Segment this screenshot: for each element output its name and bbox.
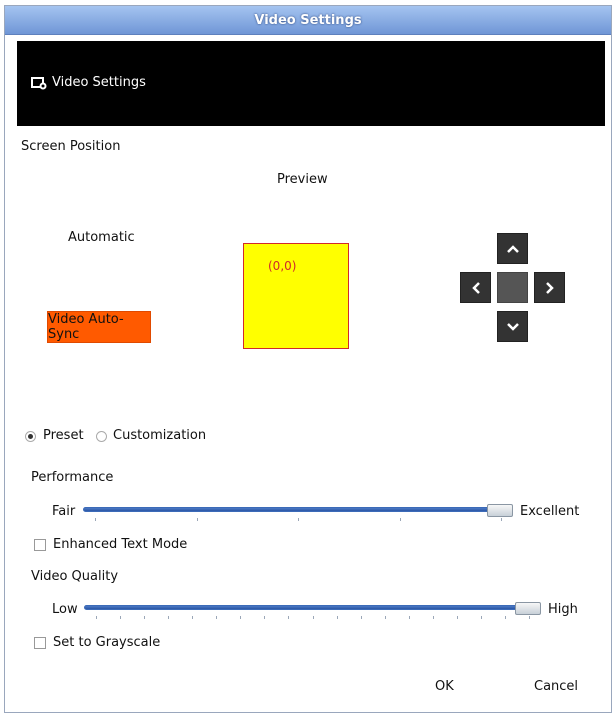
video-quality-min-label: Low <box>52 602 78 617</box>
slider-tick <box>96 616 97 619</box>
move-left-button[interactable] <box>460 272 491 303</box>
slider-tick <box>144 616 146 619</box>
banner-title: Video Settings <box>52 75 146 90</box>
performance-max-label: Excellent <box>520 504 580 519</box>
preset-radio-label: Preset <box>43 428 84 443</box>
slider-tick <box>360 616 362 619</box>
video-quality-max-label: High <box>548 602 578 617</box>
performance-slider-thumb[interactable] <box>487 504 513 517</box>
performance-min-label: Fair <box>52 504 76 519</box>
ok-button[interactable]: OK <box>435 679 454 694</box>
slider-tick <box>456 616 458 619</box>
slider-tick <box>529 616 530 619</box>
move-up-button[interactable] <box>497 233 528 264</box>
window-title: Video Settings <box>254 12 362 28</box>
slider-tick <box>432 616 434 619</box>
slider-tick <box>288 616 290 619</box>
slider-tick <box>216 616 218 619</box>
slider-tick <box>95 518 96 521</box>
arrow-down-icon <box>506 322 519 331</box>
performance-heading: Performance <box>31 470 114 485</box>
arrow-up-icon <box>506 244 519 253</box>
grayscale-label: Set to Grayscale <box>53 635 161 650</box>
grayscale-checkbox[interactable] <box>34 637 46 649</box>
slider-tick <box>240 616 242 619</box>
customization-radio-label: Customization <box>113 428 207 443</box>
slider-tick <box>336 616 338 619</box>
slider-tick <box>501 518 502 521</box>
slider-tick <box>298 518 299 521</box>
slider-tick <box>312 616 314 619</box>
video-quality-heading: Video Quality <box>31 569 119 584</box>
slider-tick <box>196 518 198 521</box>
position-dpad <box>455 229 565 342</box>
screen-position-heading: Screen Position <box>21 139 121 154</box>
preview-label: Preview <box>277 172 328 187</box>
slider-tick <box>192 616 194 619</box>
move-down-button[interactable] <box>497 311 528 342</box>
preview-area: (0,0) <box>243 243 349 349</box>
slider-tick <box>504 616 506 619</box>
video-quality-slider-thumb[interactable] <box>515 602 541 615</box>
slider-tick <box>168 616 170 619</box>
title-bar: Video Settings <box>5 6 611 35</box>
enhanced-text-label: Enhanced Text Mode <box>53 537 188 552</box>
video-settings-icon <box>31 75 47 94</box>
video-quality-slider[interactable] <box>84 605 541 610</box>
slider-tick <box>480 616 482 619</box>
customization-radio[interactable] <box>96 431 107 442</box>
slider-tick <box>120 616 122 619</box>
arrow-left-icon <box>471 281 480 294</box>
slider-tick <box>399 518 401 521</box>
enhanced-text-checkbox[interactable] <box>34 539 46 551</box>
preview-coordinate: (0,0) <box>268 259 297 273</box>
dpad-center <box>497 272 528 303</box>
preset-radio[interactable] <box>25 431 36 442</box>
move-right-button[interactable] <box>534 272 565 303</box>
arrow-right-icon <box>545 281 554 294</box>
slider-tick <box>384 616 386 619</box>
automatic-label: Automatic <box>68 230 135 245</box>
video-auto-sync-label: Video Auto-Sync <box>48 312 124 342</box>
cancel-button[interactable]: Cancel <box>534 679 578 694</box>
slider-tick <box>264 616 266 619</box>
slider-tick <box>408 616 410 619</box>
header-banner: Video Settings <box>17 41 605 126</box>
performance-slider[interactable] <box>83 507 513 512</box>
video-auto-sync-button[interactable]: Video Auto-Sync <box>47 311 151 343</box>
